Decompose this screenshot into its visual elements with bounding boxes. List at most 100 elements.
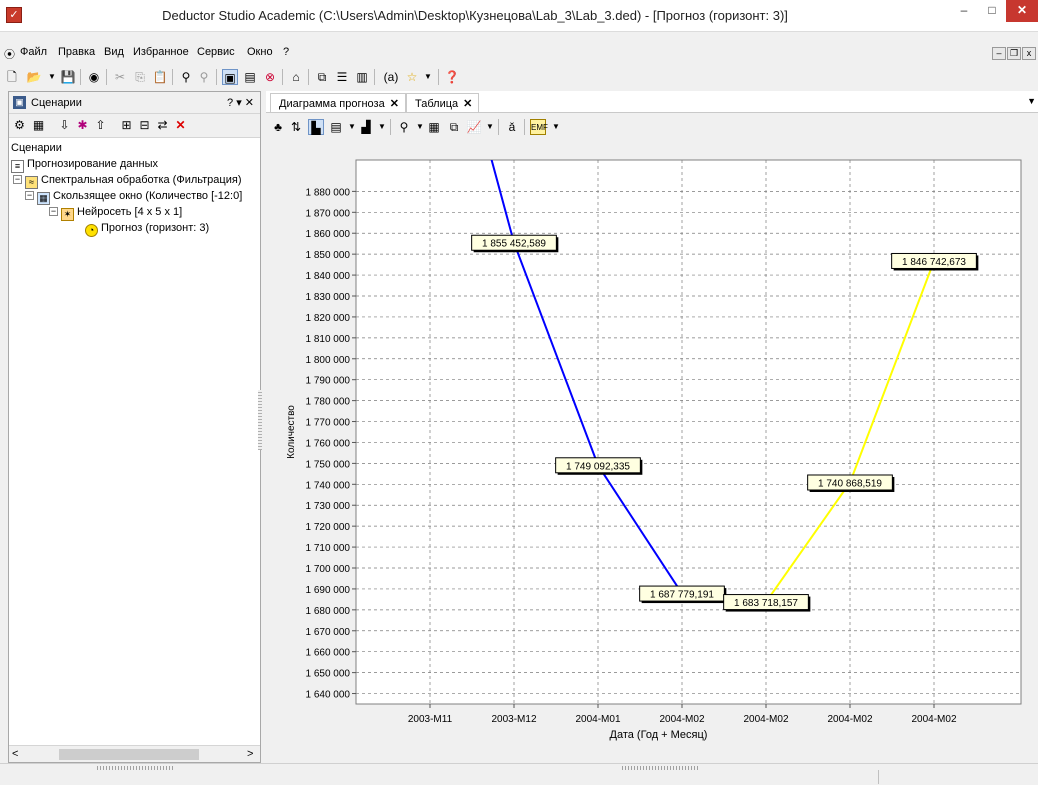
tree-item-forecasting[interactable]: ≡ Прогнозирование данных xyxy=(11,156,158,173)
data-series-icon[interactable]: ▦ xyxy=(426,119,442,135)
splitter-grip[interactable] xyxy=(620,766,700,770)
tree-item-sliding-window[interactable]: ▦ Скользящее окно (Количество [-12:0] xyxy=(37,188,242,205)
data-label-text: 1 855 452,589 xyxy=(482,239,546,250)
toolbar-separator xyxy=(282,69,283,85)
y-tick-label: 1 680 000 xyxy=(306,606,351,617)
y-axis-label: Количество xyxy=(286,405,297,459)
tree-item-label: Нейросеть [4 x 5 x 1] xyxy=(77,206,183,218)
y-tick-label: 1 640 000 xyxy=(306,690,351,701)
open-folder-icon[interactable]: 📂 xyxy=(26,69,42,85)
tabs-dropdown-icon[interactable]: ▼ xyxy=(1027,96,1036,106)
panel-controls[interactable]: ? ▾ ✕ xyxy=(227,96,254,109)
y-tick-label: 1 750 000 xyxy=(306,459,351,470)
tab-table[interactable]: Таблица ✕ xyxy=(406,93,480,112)
paste-icon[interactable]: 📋 xyxy=(152,69,168,85)
sort-icon[interactable]: ⇅ xyxy=(288,119,304,135)
tree-expander[interactable]: − xyxy=(49,207,58,216)
export-dropdown-icon[interactable]: ▼ xyxy=(548,119,564,135)
maximize-button[interactable]: □ xyxy=(978,0,1006,22)
tree-item-spectral[interactable]: ≈ Спектральная обработка (Фильтрация) xyxy=(25,172,241,189)
tab-close-icon[interactable]: ✕ xyxy=(390,98,399,110)
chart-type-icon[interactable]: ▟ xyxy=(358,119,374,135)
x-tick-label: 2003-M11 xyxy=(408,714,453,725)
favorites-dropdown-icon[interactable]: ▼ xyxy=(420,69,436,85)
splitter-grip[interactable] xyxy=(95,766,175,770)
tree-expand-icon[interactable]: ⊞ xyxy=(119,118,134,133)
menu-help[interactable]: ? xyxy=(283,46,289,58)
menu-app-icon[interactable]: ⦿ xyxy=(4,46,15,62)
menu-edit[interactable]: Правка xyxy=(58,46,95,58)
chart-type-dropdown-icon[interactable]: ▼ xyxy=(374,119,390,135)
mdi-restore-button[interactable]: ❐ xyxy=(1007,47,1021,60)
toolbar-separator xyxy=(438,69,439,85)
tree-item-label: Сценарии xyxy=(11,142,62,154)
toolbar-separator xyxy=(524,119,525,135)
open-dropdown-icon[interactable]: ▼ xyxy=(44,69,60,85)
scenario-properties-icon[interactable]: ⚙ xyxy=(12,118,27,133)
document-icon: ≡ xyxy=(11,160,24,173)
variables-icon[interactable]: (a) xyxy=(380,69,402,85)
menu-file[interactable]: Файл xyxy=(20,46,47,58)
horizontal-scrollbar[interactable]: < > xyxy=(9,745,260,762)
help-icon[interactable]: ❓ xyxy=(444,69,460,85)
tree-move-icon[interactable]: ⇄ xyxy=(155,118,170,133)
toolbar-separator xyxy=(308,69,309,85)
browser-icon[interactable]: ◉ xyxy=(86,69,102,85)
tree-item-forecast[interactable]: ◔ Прогноз (горизонт: 3) xyxy=(85,220,209,237)
tree-item-label: Прогнозирование данных xyxy=(27,158,158,170)
chart-view-icon[interactable]: ▙ xyxy=(308,119,324,135)
find-next-icon[interactable]: ⚲ xyxy=(196,69,212,85)
legend-icon[interactable]: ▤ xyxy=(328,119,344,135)
tree-expander[interactable]: − xyxy=(13,175,22,184)
scenario-tree: Сценарии ≡ Прогнозирование данных − ≈ Спек… xyxy=(9,138,260,738)
cut-icon[interactable]: ✂ xyxy=(112,69,128,85)
window-icon: ▦ xyxy=(37,192,50,205)
tile-horizontal-icon[interactable]: ☰ xyxy=(334,69,350,85)
minimize-button[interactable]: – xyxy=(950,0,978,22)
mdi-close-button[interactable]: x xyxy=(1022,47,1036,60)
panel-icon[interactable]: ▤ xyxy=(242,69,258,85)
line-chart-icon[interactable]: 📈 xyxy=(466,119,482,135)
new-file-icon[interactable]: 🗋 xyxy=(4,69,20,85)
line-chart-dropdown-icon[interactable]: ▼ xyxy=(482,119,498,135)
find-icon[interactable]: ⚲ xyxy=(178,69,194,85)
tree-item-neural-net[interactable]: ✶ Нейросеть [4 x 5 x 1] xyxy=(61,204,183,221)
wizard-icon[interactable]: ✱ xyxy=(75,118,90,133)
cascade-icon[interactable]: ⧉ xyxy=(314,69,330,85)
visualize-icon[interactable]: ♣ xyxy=(270,119,286,135)
y-tick-label: 1 710 000 xyxy=(306,543,351,554)
tree-expander[interactable]: − xyxy=(25,191,34,200)
stop-icon[interactable]: ⊗ xyxy=(262,69,278,85)
import-icon[interactable]: ⇩ xyxy=(57,118,72,133)
favorites-star-icon[interactable]: ☆ xyxy=(404,69,420,85)
close-button[interactable]: ✕ xyxy=(1006,0,1038,22)
tree-item-root[interactable]: Сценарии xyxy=(11,140,62,156)
export-icon[interactable]: ⇧ xyxy=(93,118,108,133)
save-icon[interactable]: 💾 xyxy=(60,69,76,85)
scroll-right-icon[interactable]: > xyxy=(247,748,253,760)
y-tick-label: 1 660 000 xyxy=(306,648,351,659)
zoom-icon[interactable]: ⚲ xyxy=(396,119,412,135)
copy-chart-icon[interactable]: ⧉ xyxy=(446,119,462,135)
menu-window[interactable]: Окно xyxy=(247,46,273,58)
delete-icon[interactable]: ✕ xyxy=(173,118,188,133)
tile-vertical-icon[interactable]: ▥ xyxy=(354,69,370,85)
tree-collapse-icon[interactable]: ⊟ xyxy=(137,118,152,133)
scenarios-panel-icon[interactable]: ▣ xyxy=(222,69,238,85)
home-icon[interactable]: ⌂ xyxy=(288,69,304,85)
labels-icon[interactable]: ǎ xyxy=(504,119,520,135)
mdi-minimize-button[interactable]: – xyxy=(992,47,1006,60)
menu-view[interactable]: Вид xyxy=(104,46,124,58)
scenario-view-icon[interactable]: ▦ xyxy=(31,118,46,133)
export-emf-icon[interactable]: EMF xyxy=(530,119,548,135)
title-bar: ✓ Deductor Studio Academic (C:\Users\Adm… xyxy=(0,0,1038,32)
panel-splitter[interactable] xyxy=(258,390,262,450)
menu-service[interactable]: Сервис xyxy=(197,46,235,58)
data-label-text: 1 846 742,673 xyxy=(902,257,966,268)
copy-icon[interactable]: ⎘ xyxy=(132,69,148,85)
scroll-left-icon[interactable]: < xyxy=(12,748,18,760)
scrollbar-thumb[interactable] xyxy=(59,749,199,760)
tab-close-icon[interactable]: ✕ xyxy=(463,98,472,110)
tab-forecast-chart[interactable]: Диаграмма прогноза ✕ xyxy=(270,93,406,112)
menu-favorites[interactable]: Избранное xyxy=(133,46,189,58)
